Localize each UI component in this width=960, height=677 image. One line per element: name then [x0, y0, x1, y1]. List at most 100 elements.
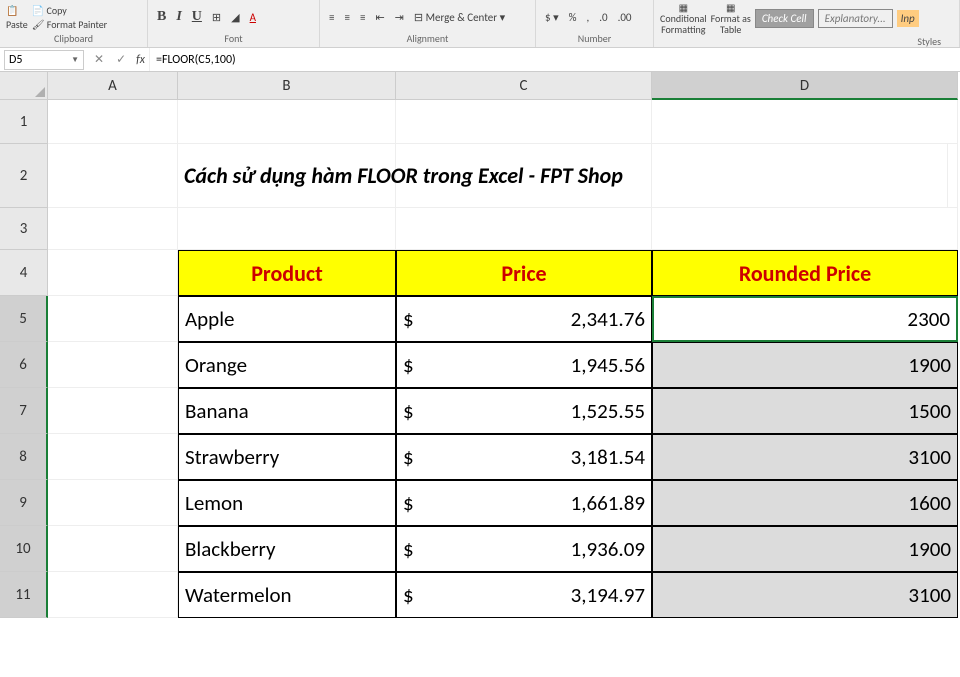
currency-symbol: $	[403, 398, 414, 424]
formula-text: =FLOOR(C5,100)	[156, 53, 236, 67]
currency-button[interactable]: $ ▾	[542, 11, 562, 24]
font-color-button[interactable]: A	[247, 11, 259, 24]
format-painter-button[interactable]: 🖌 Format Painter	[32, 18, 107, 31]
decimal-inc-button[interactable]: .0	[596, 11, 610, 24]
price-cell-5[interactable]: $1,936.09	[396, 526, 652, 572]
product-cell-5[interactable]: Blackberry	[178, 526, 396, 572]
price-cell-3[interactable]: $3,181.54	[396, 434, 652, 480]
price-cell-6[interactable]: $3,194.97	[396, 572, 652, 618]
cell-A3[interactable]	[48, 208, 178, 250]
price-cell-1[interactable]: $1,945.56	[396, 342, 652, 388]
col-header-b[interactable]: B	[178, 72, 396, 100]
product-cell-3[interactable]: Strawberry	[178, 434, 396, 480]
rounded-cell-3[interactable]: 3100	[652, 434, 958, 480]
row-header-8[interactable]: 8	[0, 434, 48, 480]
style-explanatory[interactable]: Explanatory...	[818, 9, 893, 28]
rounded-cell-6[interactable]: 3100⊞	[652, 572, 958, 618]
cell-B1[interactable]	[178, 100, 396, 144]
ribbon-group-clipboard: Clipboard	[6, 32, 141, 45]
cell-A11[interactable]	[48, 572, 178, 618]
price-cell-2[interactable]: $1,525.55	[396, 388, 652, 434]
cancel-formula-button[interactable]: ✕	[88, 52, 110, 67]
price-cell-4[interactable]: $1,661.89	[396, 480, 652, 526]
table-header-rounded-price[interactable]: Rounded Price	[652, 250, 958, 296]
row-header-11[interactable]: 11	[0, 572, 48, 618]
cell-C1[interactable]	[396, 100, 652, 144]
accept-formula-button[interactable]: ✓	[110, 52, 132, 67]
formula-input[interactable]: =FLOOR(C5,100)	[149, 48, 960, 71]
select-all-corner[interactable]	[0, 72, 48, 100]
decimal-dec-button[interactable]: .00	[615, 11, 635, 24]
col-header-c[interactable]: C	[396, 72, 652, 100]
copy-button[interactable]: 📄 Copy	[32, 4, 107, 17]
row-header-1[interactable]: 1	[0, 100, 48, 144]
cell-A9[interactable]	[48, 480, 178, 526]
underline-button[interactable]: U	[189, 9, 205, 25]
column-headers: A B C D	[48, 72, 958, 100]
row-header-10[interactable]: 10	[0, 526, 48, 572]
product-cell-6[interactable]: Watermelon	[178, 572, 396, 618]
rounded-cell-1[interactable]: 1900	[652, 342, 958, 388]
fx-icon[interactable]: fx	[132, 53, 149, 67]
rounded-cell-5[interactable]: 1900	[652, 526, 958, 572]
col-header-a[interactable]: A	[48, 72, 178, 100]
table-header-price[interactable]: Price	[396, 250, 652, 296]
row-header-2[interactable]: 2	[0, 144, 48, 208]
row-header-4[interactable]: 4	[0, 250, 48, 296]
cell-C3[interactable]	[396, 208, 652, 250]
row-header-9[interactable]: 9	[0, 480, 48, 526]
cell-A6[interactable]	[48, 342, 178, 388]
product-cell-2[interactable]: Banana	[178, 388, 396, 434]
style-input[interactable]: Inp	[897, 10, 919, 27]
product-cell-0[interactable]: Apple	[178, 296, 396, 342]
price-value: 3,181.54	[571, 444, 645, 470]
col-header-d[interactable]: D	[652, 72, 958, 100]
row-header-5[interactable]: 5	[0, 296, 48, 342]
table-header-product[interactable]: Product	[178, 250, 396, 296]
row-header-7[interactable]: 7	[0, 388, 48, 434]
merge-button[interactable]: ⊟ Merge & Center ▾	[411, 11, 508, 24]
paste-button[interactable]: 📋 Paste	[6, 4, 28, 31]
formula-bar: D5 ▼ ✕ ✓ fx =FLOOR(C5,100)	[0, 48, 960, 72]
font-color-icon: A	[250, 11, 256, 24]
currency-symbol: $	[403, 536, 414, 562]
cell-A7[interactable]	[48, 388, 178, 434]
row-header-3[interactable]: 3	[0, 208, 48, 250]
format-as-table-button[interactable]: ▦Format as Table	[711, 2, 751, 35]
style-check-cell[interactable]: Check Cell	[755, 9, 814, 28]
cell-A8[interactable]	[48, 434, 178, 480]
align-right-button[interactable]: ≡	[357, 11, 368, 24]
cell-A2[interactable]	[48, 144, 178, 208]
rounded-cell-2[interactable]: 1500	[652, 388, 958, 434]
price-cell-0[interactable]: $2,341.76	[396, 296, 652, 342]
product-cell-4[interactable]: Lemon	[178, 480, 396, 526]
title-cell[interactable]: Cách sử dụng hàm FLOOR trong Excel - FPT…	[178, 144, 948, 208]
italic-button[interactable]: I	[173, 9, 184, 25]
bold-button[interactable]: B	[154, 9, 169, 25]
cell-A4[interactable]	[48, 250, 178, 296]
copy-icon: 📄	[32, 4, 44, 17]
cell-D3[interactable]	[652, 208, 958, 250]
currency-symbol: $	[403, 582, 414, 608]
product-cell-1[interactable]: Orange	[178, 342, 396, 388]
rounded-cell-0[interactable]: 2300	[652, 296, 958, 342]
conditional-formatting-button[interactable]: ▦Conditional Formatting	[660, 2, 707, 35]
cell-A5[interactable]	[48, 296, 178, 342]
cell-B3[interactable]	[178, 208, 396, 250]
row-header-6[interactable]: 6	[0, 342, 48, 388]
indent-dec-button[interactable]: ⇤	[372, 11, 387, 24]
name-box[interactable]: D5 ▼	[4, 50, 84, 70]
cell-A1[interactable]	[48, 100, 178, 144]
comma-button[interactable]: ,	[583, 11, 592, 24]
rounded-cell-4[interactable]: 1600	[652, 480, 958, 526]
cell-A10[interactable]	[48, 526, 178, 572]
chevron-down-icon[interactable]: ▼	[71, 55, 79, 65]
cell-D1[interactable]	[652, 100, 958, 144]
percent-button[interactable]: %	[566, 11, 580, 24]
row-headers: 1234567891011	[0, 100, 48, 618]
align-left-button[interactable]: ≡	[326, 11, 337, 24]
align-center-button[interactable]: ≡	[341, 11, 352, 24]
indent-inc-button[interactable]: ⇥	[392, 11, 407, 24]
fill-color-button[interactable]: ◢	[228, 11, 242, 24]
border-button[interactable]: ⊞	[209, 11, 224, 24]
